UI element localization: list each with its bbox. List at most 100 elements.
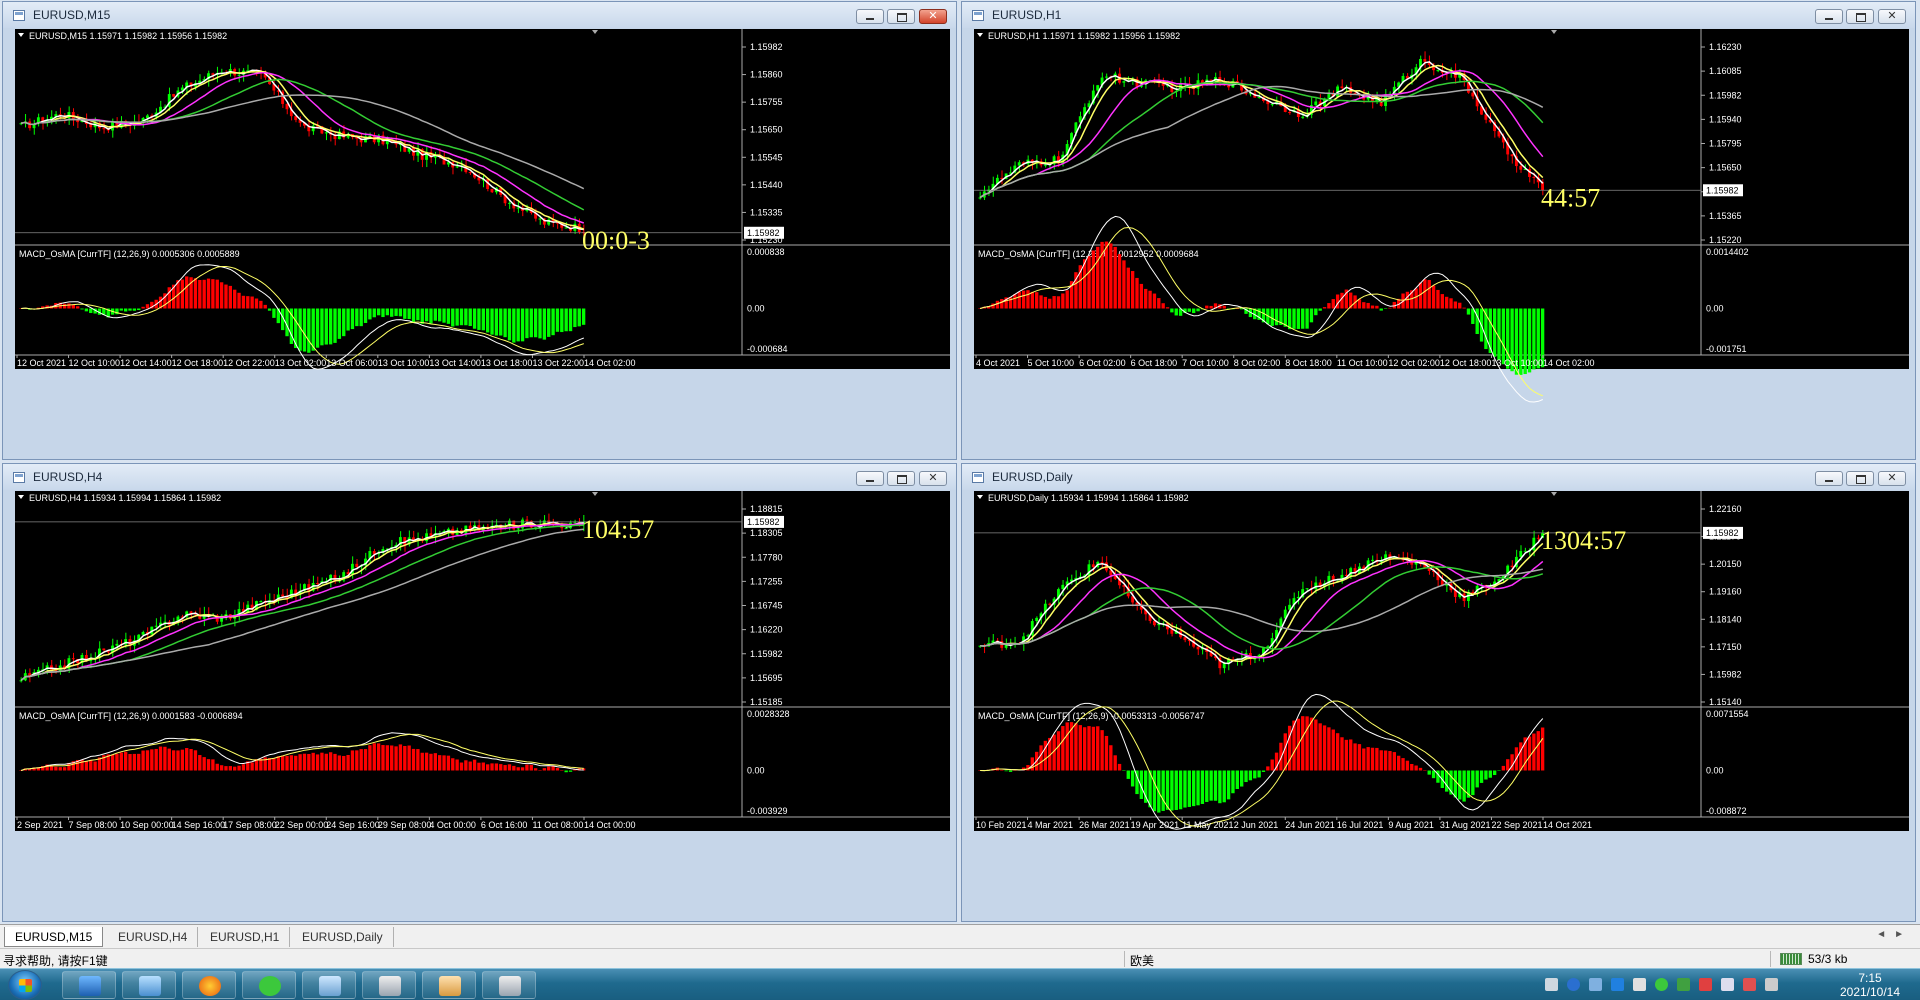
chart-window-daily[interactable]: EURUSD,Daily EURUSD,Daily 1.15934 1.1599… xyxy=(961,463,1916,922)
price-label: 1.15365 xyxy=(1709,211,1742,221)
tab-eurusd-m15[interactable]: EURUSD,M15 xyxy=(4,927,104,947)
taskbar-item-firefox[interactable] xyxy=(182,971,236,999)
chat-icon[interactable] xyxy=(1655,978,1668,991)
window-titlebar[interactable]: EURUSD,H1 xyxy=(962,2,1915,28)
taskbar-item-tool[interactable] xyxy=(422,971,476,999)
chart-canvas[interactable]: EURUSD,M15 1.15971 1.15982 1.15956 1.159… xyxy=(7,29,954,459)
price-label: 1.15982 xyxy=(1709,669,1742,679)
tab-eurusd-daily[interactable]: EURUSD,Daily xyxy=(292,927,394,947)
taskbar-item-document[interactable] xyxy=(302,971,356,999)
bluetooth-icon[interactable] xyxy=(1611,978,1624,991)
close-button[interactable] xyxy=(919,9,947,24)
macd-histogram-bar xyxy=(1109,243,1113,309)
warning-icon[interactable] xyxy=(1699,978,1712,991)
macd-histogram-bar xyxy=(1157,298,1161,309)
macd-histogram-bar xyxy=(477,762,481,771)
tab-scroll-arrows[interactable]: ◄► xyxy=(1876,929,1912,940)
macd-histogram-bar xyxy=(1436,289,1440,309)
signal-icon[interactable] xyxy=(1765,978,1778,991)
taskbar-item-terminal-1[interactable] xyxy=(362,971,416,999)
help-icon[interactable] xyxy=(1567,978,1580,991)
maximize-button[interactable] xyxy=(887,9,915,24)
macd-histogram-bar xyxy=(1458,302,1462,309)
window-title: EURUSD,H4 xyxy=(33,470,103,484)
time-label: 2 Sep 2021 xyxy=(17,820,63,830)
taskbar-item-terminal-2[interactable] xyxy=(482,971,536,999)
macd-histogram-bar xyxy=(145,304,150,309)
macd-histogram-bar xyxy=(507,308,512,341)
windows-logo-icon xyxy=(19,979,32,992)
minimize-button[interactable] xyxy=(856,471,884,486)
macd-histogram-bar xyxy=(237,292,241,309)
minimize-button[interactable] xyxy=(1815,9,1843,24)
window-titlebar[interactable]: EURUSD,H4 xyxy=(3,464,956,490)
time-label: 12 Oct 14:00 xyxy=(120,358,172,368)
network-icon[interactable] xyxy=(1589,978,1602,991)
chart-window-h4[interactable]: EURUSD,H4 EURUSD,H4 1.15934 1.15994 1.15… xyxy=(2,463,957,922)
macd-histogram-bar xyxy=(424,308,429,322)
macd-histogram-bar xyxy=(350,750,355,771)
macd-histogram-bar xyxy=(459,308,464,326)
chart-background[interactable] xyxy=(15,29,742,369)
minimize-button[interactable] xyxy=(856,9,884,24)
maximize-button[interactable] xyxy=(887,471,915,486)
security-icon[interactable] xyxy=(1633,978,1646,991)
taskbar-item-wechat[interactable] xyxy=(242,971,296,999)
macd-histogram-bar xyxy=(442,755,446,771)
start-button[interactable] xyxy=(8,970,42,1000)
macd-histogram-bar xyxy=(451,758,455,771)
volume-icon[interactable] xyxy=(1721,978,1734,991)
chart-window-m15[interactable]: EURUSD,M15 EURUSD,M15 1.15971 1.15982 1.… xyxy=(2,1,957,460)
macd-histogram-bar xyxy=(503,765,507,771)
macd-histogram-bar xyxy=(141,750,145,771)
taskbar-item-control-panel[interactable] xyxy=(122,971,176,999)
wechat-icon xyxy=(259,976,281,996)
monitor-icon xyxy=(79,976,101,996)
macd-histogram-bar xyxy=(202,279,206,309)
macd-histogram-bar xyxy=(1379,750,1383,771)
macd-histogram-bar xyxy=(272,758,276,771)
chart-canvas[interactable]: EURUSD,H4 1.15934 1.15994 1.15864 1.1598… xyxy=(7,491,954,921)
macd-histogram-bar xyxy=(429,308,433,324)
chart-canvas[interactable]: EURUSD,Daily 1.15934 1.15994 1.15864 1.1… xyxy=(966,491,1913,921)
macd-histogram-bar xyxy=(494,763,499,771)
mute-icon[interactable] xyxy=(1743,978,1756,991)
candle-body xyxy=(141,632,145,635)
minimize-button[interactable] xyxy=(1815,471,1843,486)
macd-histogram-bar xyxy=(512,308,516,343)
app-icon[interactable] xyxy=(1677,978,1690,991)
macd-histogram-bar xyxy=(1231,770,1235,794)
macd-histogram-bar xyxy=(215,279,219,309)
chart-window-h1[interactable]: EURUSD,H1 EURUSD,H1 1.15971 1.15982 1.15… xyxy=(961,1,1916,460)
macd-histogram-bar xyxy=(315,308,320,348)
macd-histogram-bar xyxy=(171,750,176,771)
macd-histogram-bar xyxy=(333,308,337,343)
window-titlebar[interactable]: EURUSD,Daily xyxy=(962,464,1915,490)
tab-eurusd-h4[interactable]: EURUSD,H4 xyxy=(108,927,199,947)
window-titlebar[interactable]: EURUSD,M15 xyxy=(3,2,956,28)
macd-histogram-bar xyxy=(93,761,97,771)
macd-histogram-bar xyxy=(1244,770,1248,783)
macd-histogram-bar xyxy=(250,296,254,309)
status-separator xyxy=(1124,951,1125,967)
time-label: 13 Oct 10:00 xyxy=(378,358,430,368)
macd-histogram-bar xyxy=(132,308,137,311)
keyboard-icon[interactable] xyxy=(1545,978,1558,991)
close-button[interactable] xyxy=(1878,9,1906,24)
macd-histogram-bar xyxy=(411,308,416,323)
macd-histogram-bar xyxy=(1305,308,1309,329)
maximize-button[interactable] xyxy=(1846,471,1874,486)
close-button[interactable] xyxy=(1878,471,1906,486)
macd-histogram-bar xyxy=(355,308,359,327)
macd-histogram-bar xyxy=(298,754,302,771)
candle-body xyxy=(1183,637,1187,641)
candle-body xyxy=(281,594,285,597)
taskbar-item-desktop[interactable] xyxy=(62,971,116,999)
maximize-button[interactable] xyxy=(1846,9,1874,24)
macd-histogram-bar xyxy=(376,743,381,771)
tab-eurusd-h1[interactable]: EURUSD,H1 xyxy=(200,927,291,947)
close-button[interactable] xyxy=(919,471,947,486)
macd-histogram-bar xyxy=(1165,770,1170,810)
chart-canvas[interactable]: EURUSD,H1 1.15971 1.15982 1.15956 1.1598… xyxy=(966,29,1913,459)
clock[interactable]: 7:15 2021/10/14 xyxy=(1835,971,1905,999)
